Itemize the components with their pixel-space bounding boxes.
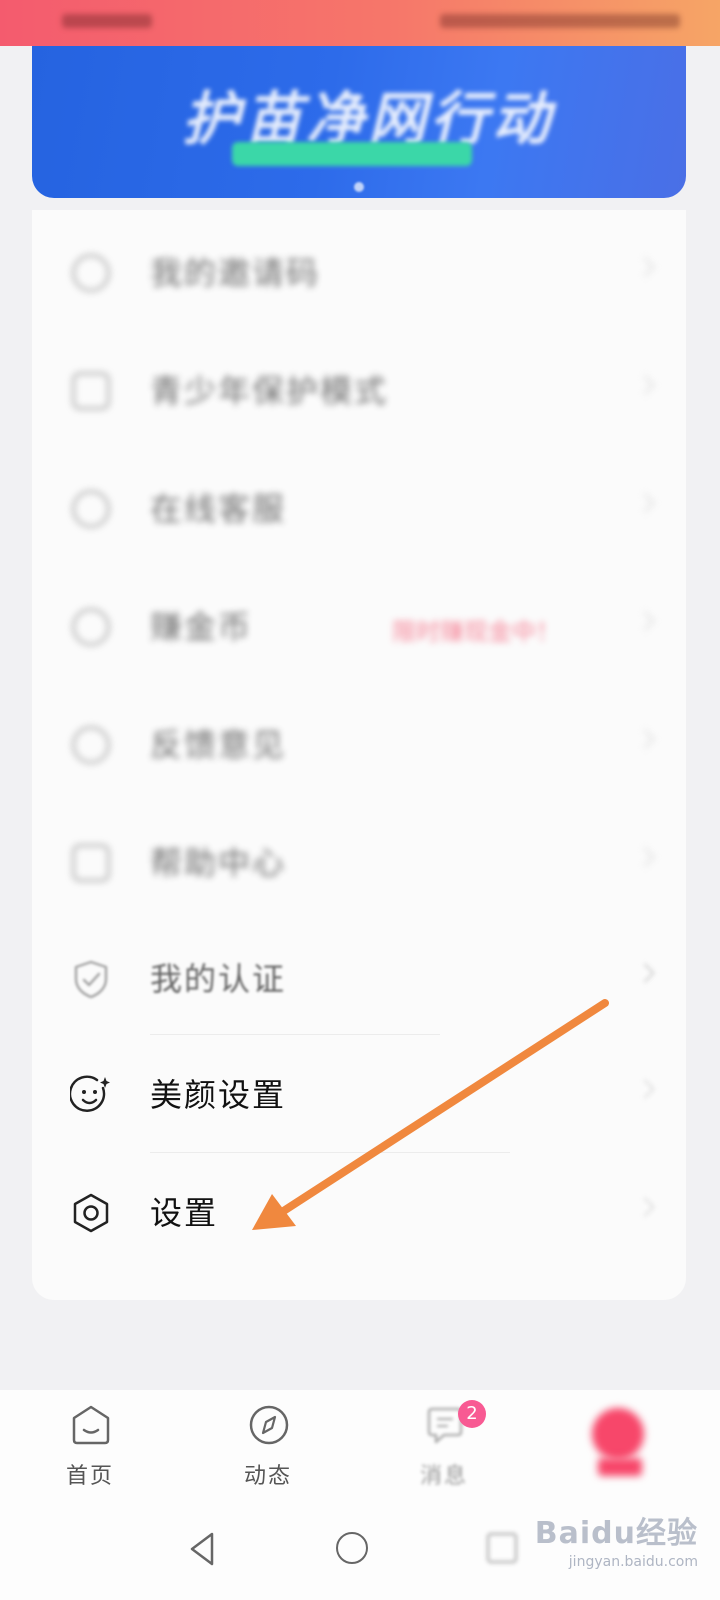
- chevron-right-icon: [635, 1079, 655, 1099]
- chevron-right-icon: [635, 493, 655, 513]
- chevron-right-icon: [635, 847, 655, 867]
- menu-item-label: 青少年保护模式: [150, 372, 389, 410]
- chevron-right-icon: [635, 375, 655, 395]
- menu-item-customer-service[interactable]: 在线客服: [32, 450, 686, 568]
- tab-home[interactable]: 首页: [30, 1404, 150, 1494]
- bottom-tab-bar: 首页 动态 消息 2: [0, 1390, 720, 1500]
- status-bar: [0, 0, 720, 46]
- status-right-info: [440, 14, 680, 28]
- menu-item-label: 赚金币: [150, 608, 253, 646]
- menu-item-label: 设置: [150, 1194, 219, 1232]
- tab-label: 动态: [243, 1464, 292, 1489]
- tab-messages[interactable]: 消息: [384, 1404, 504, 1494]
- chevron-right-icon: [635, 257, 655, 277]
- menu-item-label: 我的认证: [150, 960, 287, 998]
- menu-item-label: 帮助中心: [150, 844, 287, 882]
- coin-icon: [70, 606, 112, 648]
- chevron-right-icon: [635, 611, 655, 631]
- menu-item-label: 在线客服: [150, 490, 287, 528]
- back-triangle-icon[interactable]: [178, 1524, 228, 1574]
- chevron-right-icon: [635, 1197, 655, 1217]
- tab-feed[interactable]: 动态: [208, 1404, 328, 1494]
- person-icon: [70, 370, 112, 412]
- watermark-url: jingyan.baidu.com: [568, 1554, 698, 1570]
- profile-menu-card: 我的邀请码 青少年保护模式 在线客服 赚金币 限时赚现金中！ 反馈意见 帮助中心: [32, 210, 686, 1300]
- banner-subtitle-strip: [232, 142, 472, 166]
- promo-badge: 限时赚现金中！: [392, 618, 560, 646]
- chevron-right-icon: [635, 963, 655, 983]
- menu-item-verification[interactable]: 我的认证: [32, 920, 686, 1038]
- tab-label: 消息: [419, 1464, 468, 1489]
- shield-check-icon: [70, 958, 112, 1000]
- home-icon: [72, 1405, 110, 1445]
- menu-item-beauty-settings[interactable]: 美颜设置: [32, 1036, 686, 1154]
- menu-item-invite-code[interactable]: 我的邀请码: [32, 214, 686, 332]
- banner-page-indicator: [354, 182, 364, 192]
- menu-divider: [150, 1034, 440, 1035]
- menu-item-youth-mode[interactable]: 青少年保护模式: [32, 332, 686, 450]
- baidu-jingyan-watermark: Baidu经验 jingyan.baidu.com: [535, 1508, 698, 1570]
- tab-me[interactable]: [560, 1404, 680, 1494]
- headset-icon: [70, 488, 112, 530]
- promo-banner[interactable]: 护苗净网行动: [32, 46, 686, 198]
- settings-hexagon-icon: [70, 1192, 112, 1234]
- chevron-right-icon: [635, 729, 655, 749]
- status-left-info: [62, 14, 152, 28]
- tab-label: 首页: [65, 1464, 114, 1489]
- menu-item-label: 美颜设置: [150, 1076, 287, 1114]
- menu-item-settings[interactable]: 设置: [32, 1154, 686, 1272]
- home-circle-icon[interactable]: [328, 1524, 378, 1574]
- tab-label-blurred: [560, 1458, 680, 1478]
- help-icon: [70, 842, 112, 884]
- menu-item-label: 我的邀请码: [150, 254, 321, 292]
- smile-sparkle-icon: [70, 1074, 112, 1116]
- watermark-logo: Baidu经验: [534, 1516, 698, 1551]
- menu-item-coins[interactable]: 赚金币 限时赚现金中！: [32, 568, 686, 686]
- me-avatar-icon: [592, 1408, 644, 1460]
- feedback-icon: [70, 724, 112, 766]
- unread-count-badge: 2: [458, 1400, 486, 1428]
- invite-icon: [70, 252, 112, 294]
- recent-apps-icon[interactable]: [478, 1524, 528, 1574]
- compass-icon: [249, 1405, 289, 1445]
- menu-item-help[interactable]: 帮助中心: [32, 804, 686, 922]
- menu-divider: [150, 1152, 510, 1153]
- menu-item-feedback[interactable]: 反馈意见: [32, 686, 686, 804]
- menu-item-label: 反馈意见: [150, 726, 287, 764]
